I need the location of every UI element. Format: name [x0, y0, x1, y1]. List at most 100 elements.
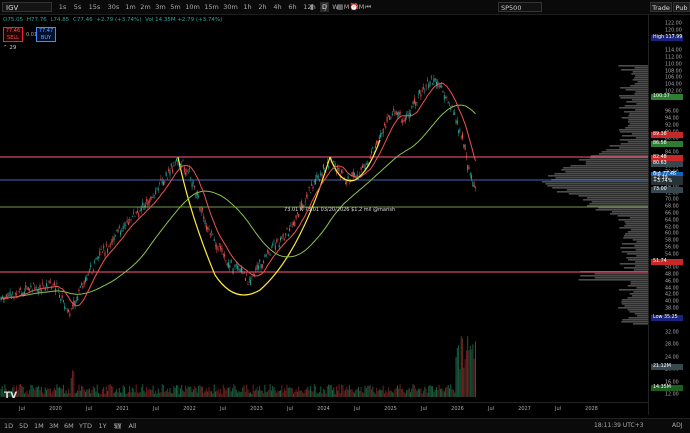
- price-tick: 64.00: [665, 218, 679, 224]
- candle-style-icon[interactable]: ▮: [306, 2, 318, 12]
- timeframe-10m[interactable]: 10m: [184, 2, 201, 12]
- timeframe-15s[interactable]: 15s: [86, 2, 103, 12]
- timeframe-1s[interactable]: 1s: [56, 2, 69, 12]
- volume-bar: [75, 392, 77, 397]
- trade-button[interactable]: Trade: [650, 2, 672, 12]
- candle-body: [215, 245, 216, 246]
- volume-bar: [178, 393, 180, 397]
- volume-bar: [411, 388, 413, 397]
- candle-body: [218, 243, 220, 244]
- volume-profile-bar: [547, 185, 648, 187]
- timeframe-15m[interactable]: 15m: [203, 2, 220, 12]
- layout-icon[interactable]: ▦: [334, 2, 346, 12]
- range-6m[interactable]: 6M: [64, 422, 74, 430]
- adj-toggle[interactable]: ADJ: [672, 422, 683, 429]
- candle-body: [62, 300, 64, 302]
- candle-body: [98, 257, 99, 258]
- sell-label: SELL: [7, 35, 19, 41]
- tradingview-logo-icon: TV: [4, 391, 18, 401]
- timeframe-30m[interactable]: 30m: [222, 2, 239, 12]
- timeframe-5s[interactable]: 5s: [71, 2, 84, 12]
- candle-body: [394, 112, 396, 114]
- candle-body: [131, 215, 133, 217]
- range-1m[interactable]: 1M: [34, 422, 44, 430]
- candle-body: [317, 176, 319, 179]
- timeframe-3m[interactable]: 3m: [154, 2, 167, 12]
- candle-body: [313, 180, 315, 183]
- ohlc-legend: O75.05 H77.76 L74.85 C77.46 +2.79 (+3.74…: [3, 17, 224, 23]
- volume-bar: [103, 387, 105, 397]
- alert-icon[interactable]: ⏰: [348, 2, 360, 12]
- volume-bar: [140, 387, 142, 397]
- time-axis[interactable]: Jul 2020 Jul 2021 Jul 2022 Jul 2023 Jul 2024 Jul 20…: [0, 402, 648, 416]
- volume-profile-bar: [624, 305, 648, 307]
- candle-body: [277, 239, 279, 241]
- price-chart[interactable]: [0, 15, 648, 415]
- symbol-search-input[interactable]: IGV: [2, 2, 52, 12]
- volume-bar: [70, 378, 72, 397]
- volume-bar: [413, 385, 415, 397]
- candle-body: [112, 238, 114, 242]
- timeframe-1m[interactable]: 1m: [124, 2, 137, 12]
- price-axis[interactable]: 122.00120.00118.00114.00112.00110.00108.…: [648, 15, 690, 415]
- volume-profile-bar: [636, 255, 648, 257]
- timeframe-2m[interactable]: 2m: [139, 2, 152, 12]
- candle-body: [472, 181, 474, 187]
- sell-price: 77.46: [5, 28, 21, 34]
- volume-bar: [238, 391, 240, 397]
- volume-profile-bar: [606, 149, 648, 151]
- volume-bar: [264, 384, 266, 397]
- range-ytd[interactable]: YTD: [79, 422, 92, 430]
- volume-bar: [186, 388, 188, 397]
- candle-body: [295, 215, 297, 219]
- price-tick: 68.00: [665, 204, 679, 210]
- price-tick: 62.00: [665, 225, 679, 231]
- volume-bar: [1, 386, 3, 397]
- volume-bar: [55, 389, 57, 397]
- volume-bar: [66, 393, 68, 397]
- indicator-count[interactable]: ⌃ 29: [3, 45, 16, 51]
- replay-icon[interactable]: ⏮: [362, 2, 374, 12]
- range-1d[interactable]: 1D: [4, 422, 13, 430]
- volume-bar: [122, 385, 124, 397]
- timeframe-1h[interactable]: 1h: [241, 2, 254, 12]
- range-5d[interactable]: 5D: [19, 422, 28, 430]
- timeframe-4h[interactable]: 4h: [271, 2, 284, 12]
- candle-body: [130, 218, 132, 220]
- range-3m[interactable]: 3M: [49, 422, 59, 430]
- volume-bar: [360, 386, 362, 397]
- volume-bar: [242, 387, 244, 397]
- range-1y[interactable]: 1Y: [99, 422, 107, 430]
- buy-button[interactable]: 77.47 BUY: [36, 27, 56, 42]
- volume-profile-bar: [587, 205, 648, 207]
- candle-body: [150, 197, 151, 199]
- candle-body: [101, 251, 103, 253]
- candle-body: [177, 160, 179, 163]
- sell-button[interactable]: 77.46 SELL: [3, 27, 23, 42]
- volume-profile-bar: [566, 189, 648, 191]
- time-tick: 2023: [250, 406, 263, 412]
- compare-symbol-input[interactable]: SP500: [498, 2, 542, 12]
- candle-body: [105, 244, 107, 246]
- indicators-icon[interactable]: ƒ: [320, 2, 332, 12]
- volume-profile-bar: [585, 163, 648, 165]
- candle-body: [138, 212, 140, 217]
- candle-body: [467, 165, 469, 171]
- volume-profile-bar: [631, 133, 648, 135]
- volume-profile-bar: [627, 297, 648, 299]
- volume-profile-bar: [636, 287, 648, 289]
- timeframe-30s[interactable]: 30s: [105, 2, 122, 12]
- volume-bar: [291, 388, 293, 397]
- timeframe-5m[interactable]: 5m: [169, 2, 182, 12]
- volume-bar: [51, 393, 53, 397]
- volume-bar: [406, 390, 408, 397]
- calendar-icon[interactable]: ▤: [112, 421, 124, 431]
- timeframe-6h[interactable]: 6h: [286, 2, 299, 12]
- timeframe-2h[interactable]: 2h: [256, 2, 269, 12]
- candle-body: [261, 264, 263, 268]
- publish-button[interactable]: Pub: [673, 2, 690, 12]
- range-all[interactable]: All: [129, 422, 137, 430]
- candle-body: [35, 286, 37, 289]
- volume-bar: [33, 387, 34, 397]
- candle-body: [382, 128, 384, 134]
